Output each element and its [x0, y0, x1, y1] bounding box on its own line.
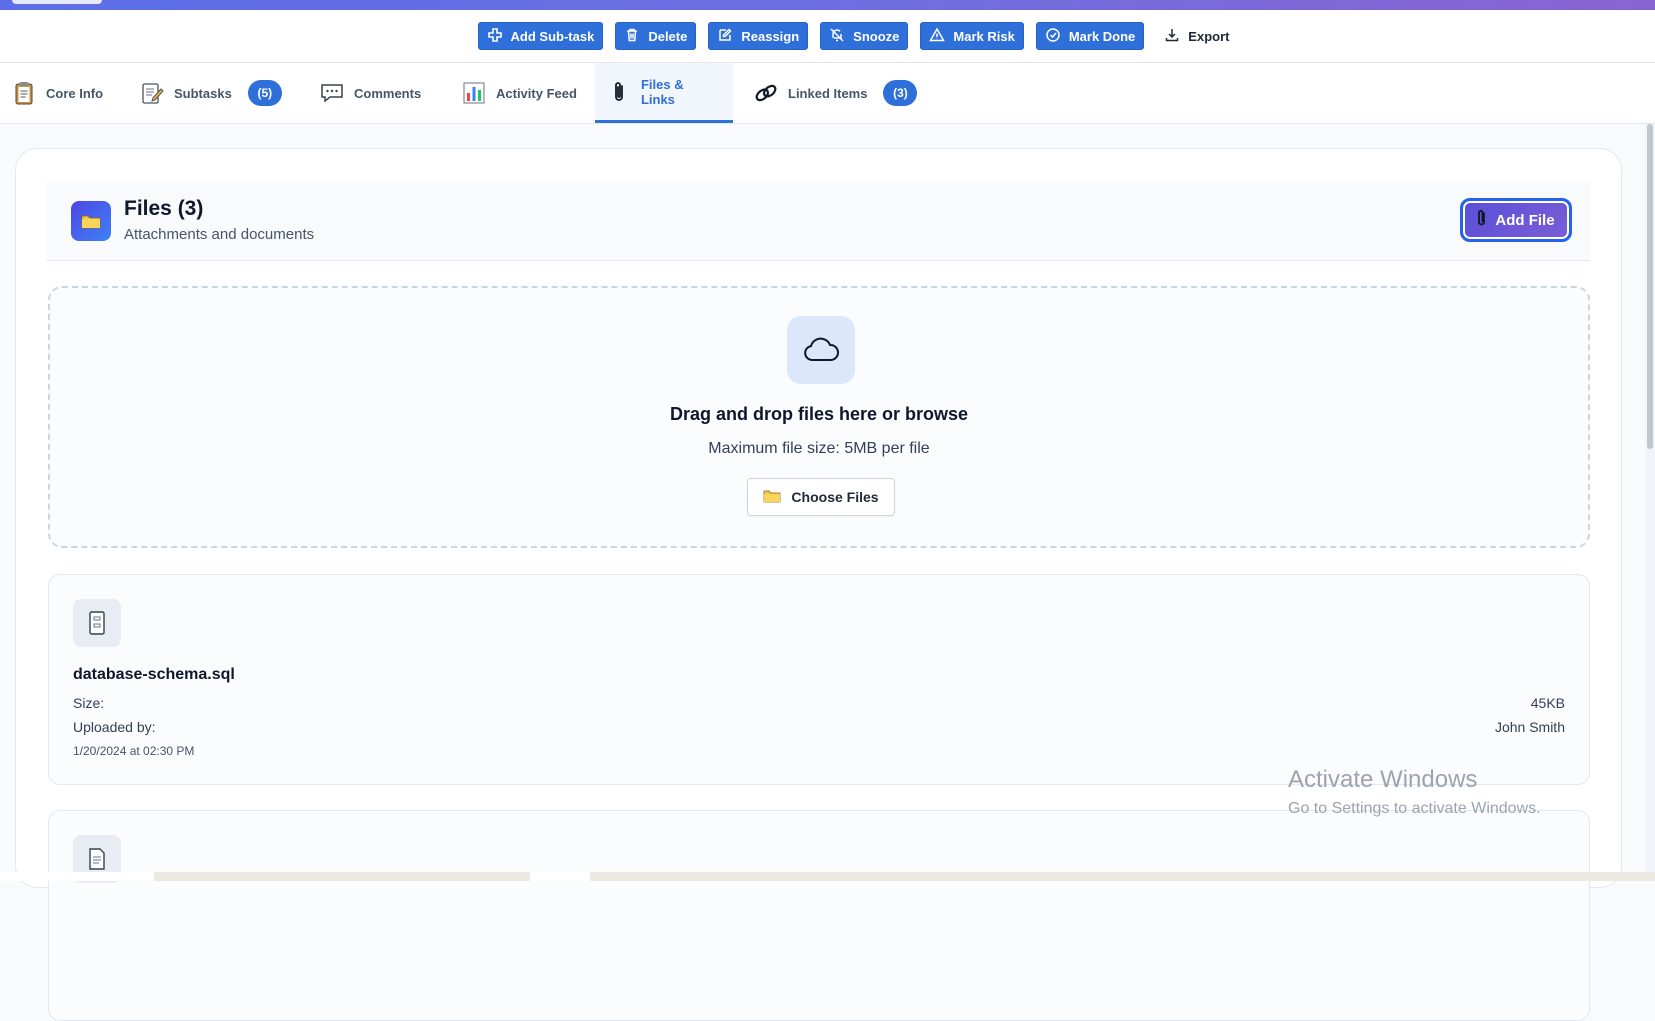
file-card[interactable] — [48, 810, 1590, 1021]
file-dropzone[interactable]: Drag and drop files here or browse Maxim… — [48, 286, 1590, 548]
plus-square-icon — [487, 27, 503, 46]
file-name[interactable]: database-schema.sql — [73, 666, 235, 684]
mark-done-label: Mark Done — [1068, 28, 1136, 44]
tab-comments-label: Comments — [354, 85, 422, 101]
mark-risk-label: Mark Risk — [953, 28, 1015, 44]
tab-activity-feed[interactable]: Activity Feed — [450, 63, 589, 123]
cloud-icon — [787, 316, 855, 384]
add-file-label: Add File — [1495, 211, 1555, 229]
subtasks-count-badge: (5) — [247, 80, 282, 106]
bell-off-icon — [829, 27, 845, 46]
choose-files-label: Choose Files — [791, 489, 879, 505]
file-uploader-value: John Smith — [1494, 719, 1565, 735]
files-title: Files (3) — [124, 197, 204, 220]
file-size-label: Size: — [73, 695, 105, 711]
scrollbar-thumb[interactable] — [1647, 124, 1653, 449]
export-button[interactable]: Export — [1156, 22, 1237, 50]
link-icon — [754, 81, 778, 105]
os-taskbar — [0, 872, 1655, 881]
add-subtask-button[interactable]: Add Sub-task — [477, 22, 604, 50]
folder-icon — [71, 201, 111, 241]
tab-subtasks-label: Subtasks — [174, 85, 232, 101]
file-size-row: Size: 45KB — [73, 695, 1565, 711]
watermark-line-2: Go to Settings to activate Windows. — [1288, 800, 1541, 817]
edit-icon — [717, 27, 733, 46]
activate-windows-watermark: Activate Windows Go to Settings to activ… — [1288, 766, 1541, 818]
export-label: Export — [1188, 28, 1230, 44]
snooze-label: Snooze — [853, 28, 900, 44]
tab-comments[interactable]: Comments — [308, 63, 433, 123]
warning-icon — [929, 26, 946, 46]
tab-files-links-label: Files & Links — [640, 76, 684, 107]
file-cabinet-icon — [73, 599, 121, 647]
mark-done-button[interactable]: Mark Done — [1035, 22, 1145, 50]
file-upload-date: 1/20/2024 at 02:30 PM — [73, 744, 195, 758]
file-uploader-label: Uploaded by: — [73, 719, 156, 735]
watermark-line-1: Activate Windows — [1288, 766, 1478, 793]
tab-subtasks[interactable]: Subtasks (5) — [128, 63, 294, 123]
reassign-button[interactable]: Reassign — [708, 22, 809, 50]
tab-core-info[interactable]: Core Info — [0, 63, 115, 123]
file-card[interactable]: database-schema.sql Size: 45KB Uploaded … — [48, 574, 1590, 785]
trash-icon — [624, 27, 640, 46]
page-scrollbar[interactable] — [1645, 124, 1655, 881]
choose-files-button[interactable]: Choose Files — [747, 478, 895, 516]
tab-linked-items[interactable]: Linked Items (3) — [742, 63, 929, 123]
delete-label: Delete — [648, 28, 688, 44]
tab-core-info-label: Core Info — [46, 85, 104, 101]
linked-items-count-badge: (3) — [883, 80, 918, 106]
speech-bubble-icon — [320, 81, 344, 105]
add-file-button[interactable]: Add File — [1460, 198, 1572, 242]
tab-activity-feed-label: Activity Feed — [496, 85, 577, 101]
taskbar-segment — [530, 872, 590, 881]
window-top-gradient-bar — [0, 0, 1655, 10]
action-toolbar: Add Sub-task Delete Reassign Snooze Mark… — [0, 10, 1655, 63]
check-circle-icon — [1045, 27, 1061, 46]
clipboard-icon — [12, 81, 36, 105]
bar-chart-icon — [462, 81, 486, 105]
paperclip-icon — [607, 80, 631, 104]
files-section-header: Files (3) Attachments and documents Add … — [47, 181, 1590, 261]
reassign-label: Reassign — [741, 28, 800, 44]
dropzone-title: Drag and drop files here or browse — [669, 404, 969, 424]
tab-files-links[interactable]: Files & Links — [595, 63, 733, 123]
taskbar-segment — [0, 872, 154, 881]
browser-tab-stub — [12, 0, 102, 4]
tab-bar: Core Info Subtasks (5) Comments Activity… — [0, 63, 1655, 124]
mark-risk-button[interactable]: Mark Risk — [920, 22, 1024, 50]
paperclip-icon — [1477, 209, 1487, 231]
download-icon — [1164, 27, 1180, 46]
file-size-value: 45KB — [1530, 695, 1565, 711]
folder-icon — [763, 489, 781, 506]
file-uploader-row: Uploaded by: John Smith — [73, 719, 1565, 735]
add-subtask-label: Add Sub-task — [510, 28, 595, 44]
tab-linked-items-label: Linked Items — [788, 85, 868, 101]
snooze-button[interactable]: Snooze — [820, 22, 909, 50]
files-subtitle: Attachments and documents — [124, 226, 315, 243]
dropzone-subtitle: Maximum file size: 5MB per file — [708, 440, 930, 457]
delete-button[interactable]: Delete — [615, 22, 697, 50]
memo-icon — [140, 81, 164, 105]
